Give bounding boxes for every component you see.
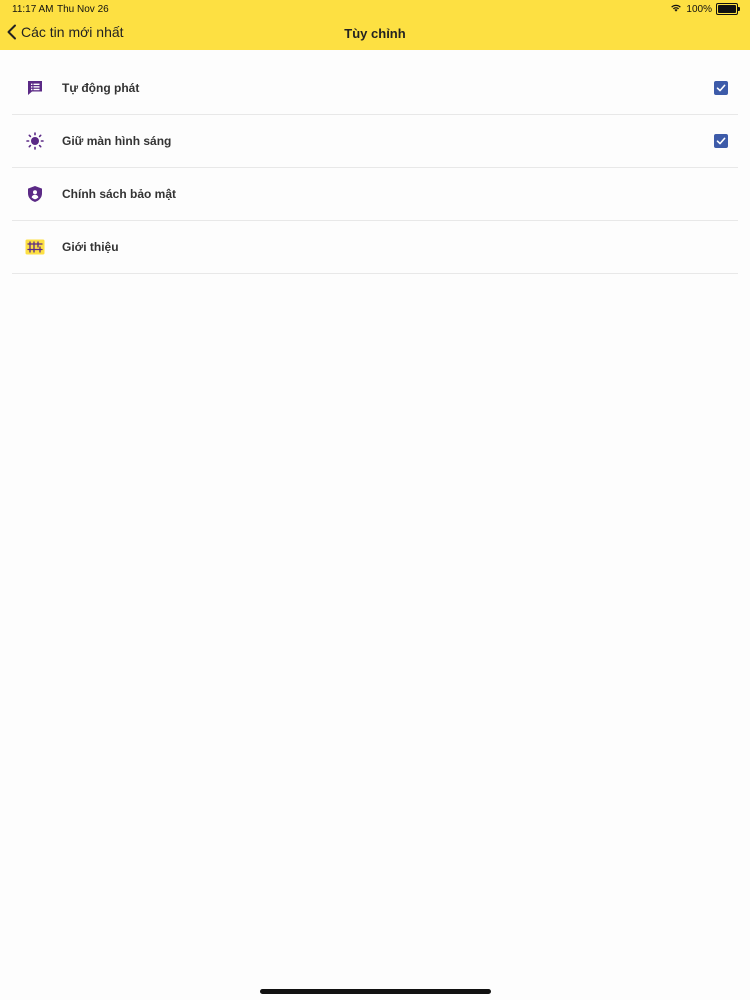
settings-item-about[interactable]: Giới thiệu — [12, 221, 738, 274]
home-indicator — [260, 989, 491, 994]
settings-screen: 11:17 AM Thu Nov 26 100% Các tin mới nhấ… — [0, 0, 750, 1000]
settings-item-autoplay[interactable]: Tự động phát — [12, 62, 738, 115]
privacy-shield-icon — [24, 183, 46, 205]
settings-item-label: Chính sách bảo mật — [62, 187, 177, 201]
keep-screen-on-checkbox[interactable] — [714, 134, 728, 148]
autoplay-checkbox[interactable] — [714, 81, 728, 95]
status-date: Thu Nov 26 — [57, 4, 109, 15]
autoplay-icon — [24, 77, 46, 99]
page-title: Tùy chỉnh — [344, 26, 406, 41]
status-time: 11:17 AM — [12, 4, 54, 15]
settings-item-keep-screen-on[interactable]: Giữ màn hình sáng — [12, 115, 738, 168]
status-indicators: 100% — [670, 3, 740, 15]
navigation-bar: Các tin mới nhất Tùy chỉnh — [0, 18, 750, 50]
settings-item-label: Giới thiệu — [62, 240, 119, 254]
settings-item-label: Tự động phát — [62, 81, 140, 95]
wifi-icon — [670, 3, 682, 15]
battery-icon — [716, 3, 740, 15]
status-bar: 11:17 AM Thu Nov 26 100% — [0, 0, 750, 18]
checkmark-icon — [716, 137, 726, 145]
battery-percent: 100% — [686, 3, 712, 15]
settings-item-privacy-policy[interactable]: Chính sách bảo mật — [12, 168, 738, 221]
settings-item-label: Giữ màn hình sáng — [62, 134, 172, 148]
header-bar: 11:17 AM Thu Nov 26 100% Các tin mới nhấ… — [0, 0, 750, 50]
brightness-icon — [24, 130, 46, 152]
about-logo-icon — [24, 236, 46, 258]
checkmark-icon — [716, 84, 726, 92]
settings-list: Tự động phát Giữ màn hình sáng Chính sác… — [12, 62, 738, 274]
